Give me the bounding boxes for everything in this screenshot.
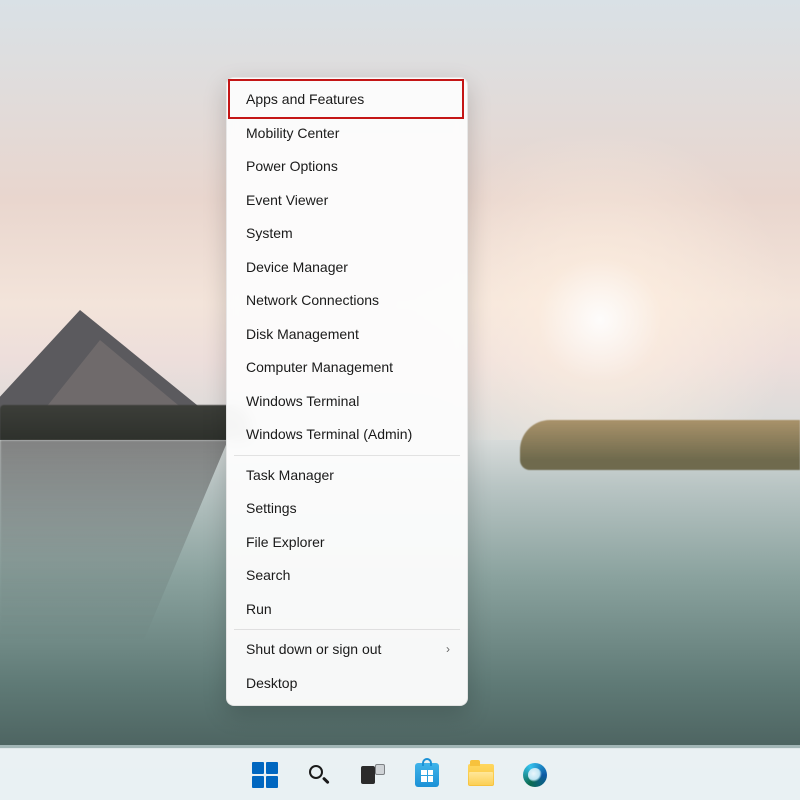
menu-item-settings[interactable]: Settings [230, 492, 464, 526]
menu-item-file-explorer[interactable]: File Explorer [230, 526, 464, 560]
wallpaper-treeline [0, 405, 250, 440]
menu-item-label: Search [246, 567, 290, 585]
search-icon [308, 764, 330, 786]
taskbar-search-button[interactable] [299, 755, 339, 795]
menu-item-windows-terminal-admin[interactable]: Windows Terminal (Admin) [230, 418, 464, 452]
menu-item-network-connections[interactable]: Network Connections [230, 284, 464, 318]
wallpaper-shore [520, 420, 800, 470]
menu-item-desktop[interactable]: Desktop [230, 667, 464, 701]
menu-item-windows-terminal[interactable]: Windows Terminal [230, 385, 464, 419]
menu-separator [234, 455, 460, 456]
menu-item-label: Windows Terminal [246, 393, 359, 411]
chevron-right-icon: › [446, 642, 450, 657]
taskbar-microsoft-edge-button[interactable] [515, 755, 555, 795]
menu-item-apps-and-features[interactable]: Apps and Features [230, 83, 464, 117]
menu-item-label: Shut down or sign out [246, 641, 381, 659]
menu-item-label: Settings [246, 500, 297, 518]
menu-item-shut-down-or-sign-out[interactable]: Shut down or sign out › [230, 633, 464, 667]
taskbar-file-explorer-button[interactable] [461, 755, 501, 795]
file-explorer-icon [468, 764, 494, 786]
menu-item-label: System [246, 225, 293, 243]
menu-item-label: Disk Management [246, 326, 359, 344]
windows-logo-icon [252, 762, 278, 788]
menu-item-label: Run [246, 601, 272, 619]
desktop-wallpaper[interactable]: Apps and Features Mobility Center Power Op… [0, 0, 800, 800]
menu-item-mobility-center[interactable]: Mobility Center [230, 117, 464, 151]
menu-item-label: Device Manager [246, 259, 348, 277]
task-view-icon [361, 764, 385, 786]
microsoft-store-icon [415, 763, 439, 787]
menu-item-disk-management[interactable]: Disk Management [230, 318, 464, 352]
winx-context-menu: Apps and Features Mobility Center Power Op… [226, 77, 468, 706]
menu-item-system[interactable]: System [230, 217, 464, 251]
menu-item-power-options[interactable]: Power Options [230, 150, 464, 184]
menu-item-label: Event Viewer [246, 192, 328, 210]
menu-item-label: Desktop [246, 675, 297, 693]
menu-item-label: Task Manager [246, 467, 334, 485]
menu-item-label: Mobility Center [246, 125, 339, 143]
menu-item-computer-management[interactable]: Computer Management [230, 351, 464, 385]
microsoft-edge-icon [523, 763, 547, 787]
menu-item-device-manager[interactable]: Device Manager [230, 251, 464, 285]
taskbar [0, 748, 800, 800]
taskbar-microsoft-store-button[interactable] [407, 755, 447, 795]
menu-item-run[interactable]: Run [230, 593, 464, 627]
menu-item-event-viewer[interactable]: Event Viewer [230, 184, 464, 218]
menu-item-label: Computer Management [246, 359, 393, 377]
menu-item-search[interactable]: Search [230, 559, 464, 593]
menu-item-label: Network Connections [246, 292, 379, 310]
menu-separator [234, 629, 460, 630]
menu-item-task-manager[interactable]: Task Manager [230, 459, 464, 493]
taskbar-task-view-button[interactable] [353, 755, 393, 795]
menu-item-label: File Explorer [246, 534, 325, 552]
menu-item-label: Windows Terminal (Admin) [246, 426, 412, 444]
taskbar-start-button[interactable] [245, 755, 285, 795]
menu-item-label: Power Options [246, 158, 338, 176]
menu-item-label: Apps and Features [246, 91, 364, 109]
